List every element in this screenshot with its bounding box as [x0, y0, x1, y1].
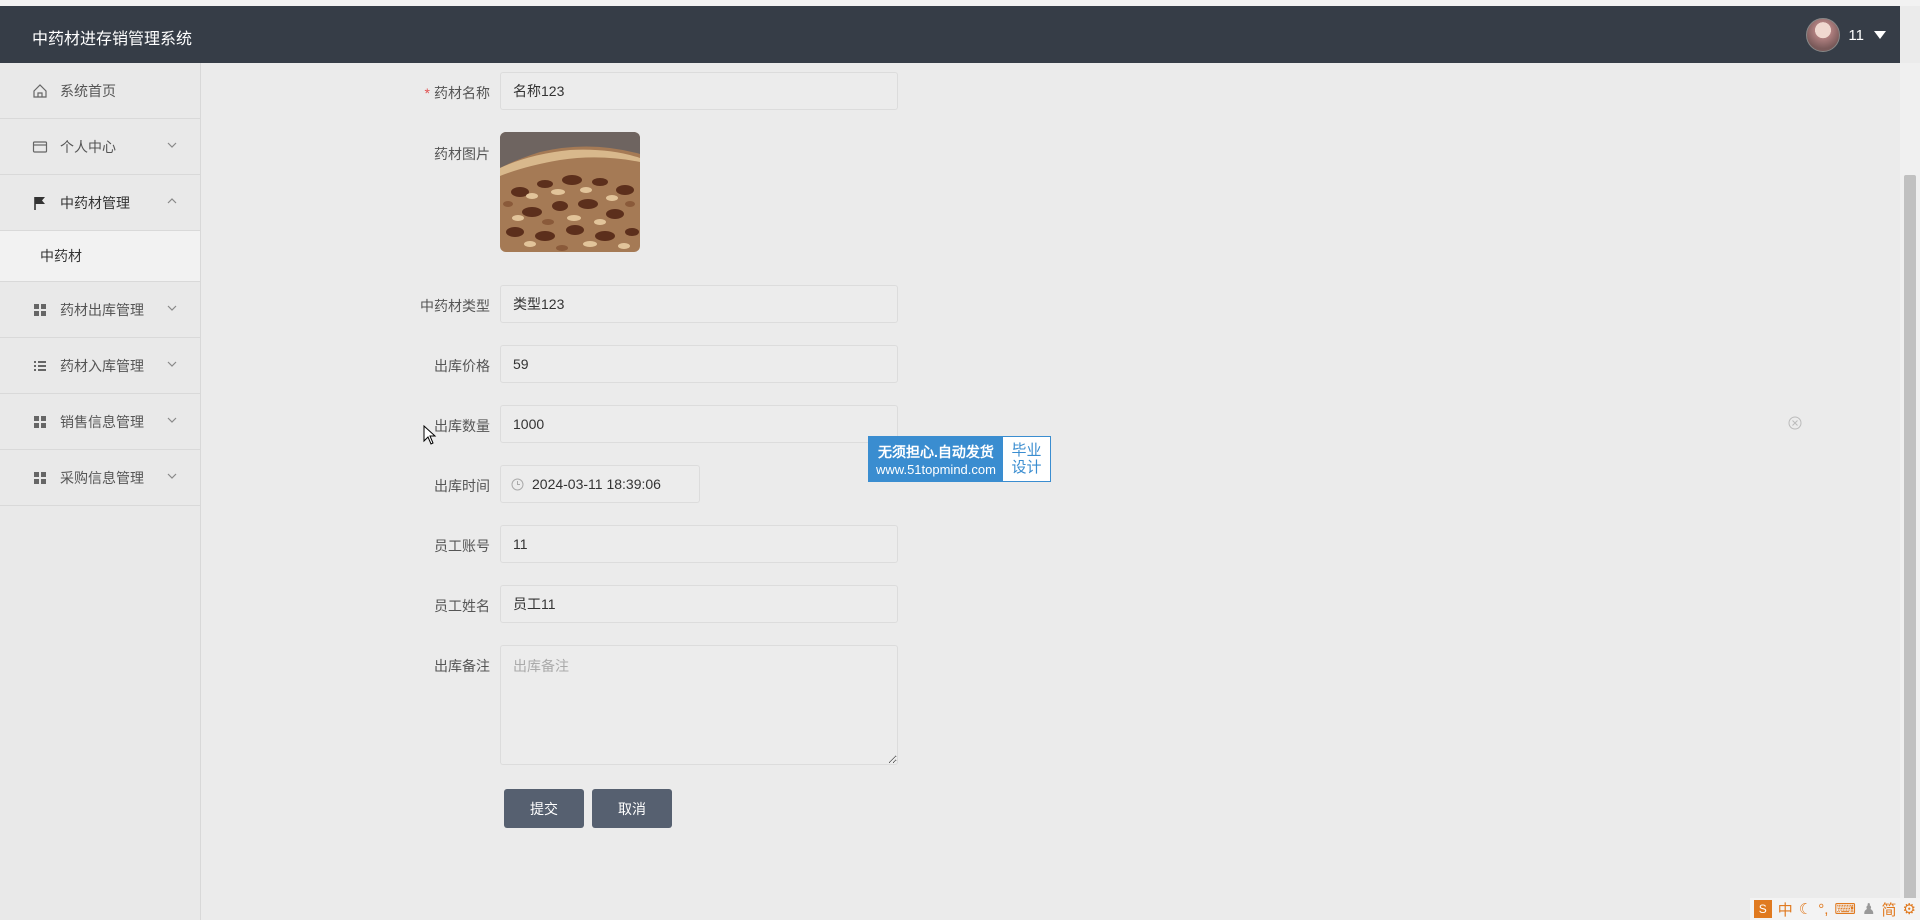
- sidebar-item-herb-management[interactable]: 中药材管理: [0, 175, 200, 231]
- moon-icon[interactable]: ☾: [1799, 900, 1812, 918]
- watermark-badge: 无须担心.自动发货 www.51topmind.com 毕业 设计: [868, 436, 1051, 482]
- grid-icon: [32, 470, 48, 486]
- ime-logo-icon: S: [1753, 900, 1772, 918]
- note-textarea[interactable]: [500, 645, 898, 765]
- app-header: 中药材进存销管理系统 11: [0, 6, 1900, 63]
- herb-type-label: 中药材类型: [420, 298, 490, 314]
- flag-icon: [32, 195, 48, 211]
- scrollbar-thumb[interactable]: [1904, 175, 1916, 920]
- cancel-button[interactable]: 取消: [592, 789, 672, 828]
- submit-button[interactable]: 提交: [504, 789, 584, 828]
- chevron-down-icon: [166, 139, 178, 151]
- required-star: *: [424, 85, 430, 101]
- sidebar-item-label: 采购信息管理: [60, 469, 144, 486]
- user-icon[interactable]: ♟: [1862, 900, 1875, 918]
- sidebar-item-label: 个人中心: [60, 138, 116, 155]
- caret-down-icon[interactable]: [1874, 31, 1886, 39]
- herb-name-label: * 药材名称: [424, 85, 490, 101]
- avatar[interactable]: [1806, 18, 1841, 52]
- watermark-right2: 设计: [1011, 459, 1042, 476]
- account-label: 员工账号: [434, 538, 490, 554]
- quantity-label: 出库数量: [434, 418, 490, 434]
- staff-name-label: 员工姓名: [434, 598, 490, 614]
- keyboard-icon[interactable]: ⌨: [1834, 900, 1856, 918]
- quantity-input[interactable]: [500, 405, 898, 443]
- sidebar-item-outbound[interactable]: 药材出库管理: [0, 282, 200, 338]
- sidebar-subitem-herb[interactable]: 中药材: [0, 231, 200, 282]
- chevron-down-icon: [166, 414, 178, 426]
- mouse-cursor-icon: [423, 425, 437, 445]
- scrollbar[interactable]: [1900, 63, 1920, 920]
- grid-icon: [32, 414, 48, 430]
- outbound-form: *药材名称 药材图片: [200, 63, 1900, 920]
- watermark-right1: 毕业: [1011, 442, 1042, 459]
- sidebar-item-label: 系统首页: [60, 82, 116, 99]
- settings-icon[interactable]: ⚙: [1903, 900, 1916, 918]
- ime-tray: S 中 ☾ °, ⌨ ♟ 简 ⚙: [1749, 898, 1920, 920]
- watermark-line1: 无须担心.自动发货: [878, 443, 994, 460]
- user-name[interactable]: 11: [1848, 27, 1864, 44]
- watermark-left: 无须担心.自动发货 www.51topmind.com: [869, 437, 1003, 481]
- sidebar-item-home[interactable]: 系统首页: [0, 63, 200, 119]
- staff-name-input[interactable]: [500, 585, 898, 623]
- chevron-down-icon: [166, 358, 178, 370]
- ime-mode-text[interactable]: 中: [1778, 899, 1793, 920]
- account-input[interactable]: [500, 525, 898, 563]
- card-icon: [32, 139, 48, 155]
- herb-type-input[interactable]: [500, 285, 898, 323]
- home-icon: [32, 83, 48, 99]
- time-picker[interactable]: 2024-03-11 18:39:06: [500, 465, 700, 503]
- sidebar-item-label: 中药材管理: [60, 194, 130, 211]
- chevron-down-icon: [166, 470, 178, 482]
- price-input[interactable]: [500, 345, 898, 383]
- note-label: 出库备注: [434, 658, 490, 674]
- user-menu[interactable]: 11: [1806, 18, 1886, 52]
- grid-icon: [32, 302, 48, 318]
- watermark-line2: www.51topmind.com: [876, 461, 996, 477]
- watermark-right: 毕业 设计: [1003, 437, 1050, 481]
- herb-image-label: 药材图片: [434, 146, 490, 162]
- ime-simplified-text[interactable]: 简: [1882, 899, 1897, 920]
- chevron-up-icon: [166, 195, 178, 207]
- list-icon: [32, 358, 48, 374]
- sidebar-item-personal-center[interactable]: 个人中心: [0, 119, 200, 175]
- sidebar-item-label: 药材出库管理: [60, 301, 144, 318]
- time-value: 2024-03-11 18:39:06: [532, 476, 661, 492]
- clock-icon: [511, 478, 524, 491]
- herb-name-input[interactable]: [500, 72, 898, 110]
- herb-image[interactable]: [500, 132, 640, 252]
- sidebar-item-sales[interactable]: 销售信息管理: [0, 394, 200, 450]
- sidebar-subitem-label: 中药材: [40, 248, 82, 264]
- sidebar-item-label: 药材入库管理: [60, 357, 144, 374]
- sidebar-item-inbound[interactable]: 药材入库管理: [0, 338, 200, 394]
- sidebar-item-purchase[interactable]: 采购信息管理: [0, 450, 200, 506]
- sidebar-item-label: 销售信息管理: [60, 413, 144, 430]
- clear-icon[interactable]: [1788, 416, 1802, 430]
- sidebar: 系统首页 个人中心 中药材管理 中药材 药材出库管理 药材入库管理 销售信息管理…: [0, 63, 201, 920]
- time-label: 出库时间: [434, 478, 490, 494]
- chevron-down-icon: [166, 302, 178, 314]
- app-title: 中药材进存销管理系统: [32, 31, 193, 48]
- punctuation-icon[interactable]: °,: [1818, 901, 1828, 918]
- price-label: 出库价格: [434, 358, 490, 374]
